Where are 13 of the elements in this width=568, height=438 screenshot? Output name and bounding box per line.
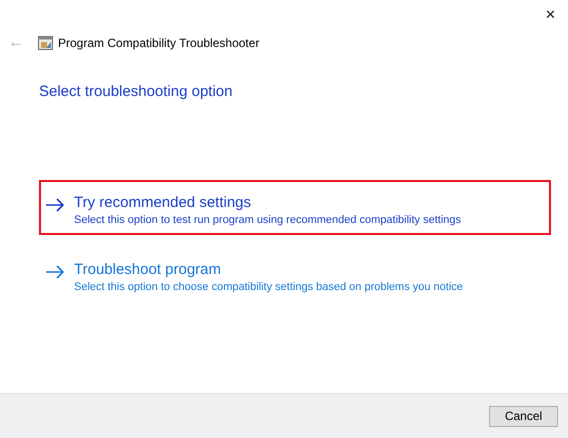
option-title: Troubleshoot program: [74, 261, 222, 278]
arrow-icon: [45, 198, 65, 212]
arrow-icon: [45, 265, 65, 279]
option-description: Select this option to test run program using recommended compatibility settings: [74, 214, 462, 226]
app-window-icon: [38, 36, 53, 50]
option-link[interactable]: Troubleshoot program Select this option to choose compatibility settings based on problems you notice: [39, 247, 551, 302]
option-link[interactable]: Try recommended settings Select this option to test run program using recommended compatibility settings: [39, 180, 551, 235]
option-description: Select this option to choose compatibility settings based on problems you notice: [74, 281, 463, 293]
close-button[interactable]: ✕: [545, 6, 556, 22]
cancel-button[interactable]: Cancel: [489, 406, 558, 426]
window-title: Program Compatibility Troubleshooter: [58, 36, 260, 50]
page-heading: Select troubleshooting option: [39, 83, 234, 100]
option-title: Try recommended settings: [74, 194, 252, 211]
